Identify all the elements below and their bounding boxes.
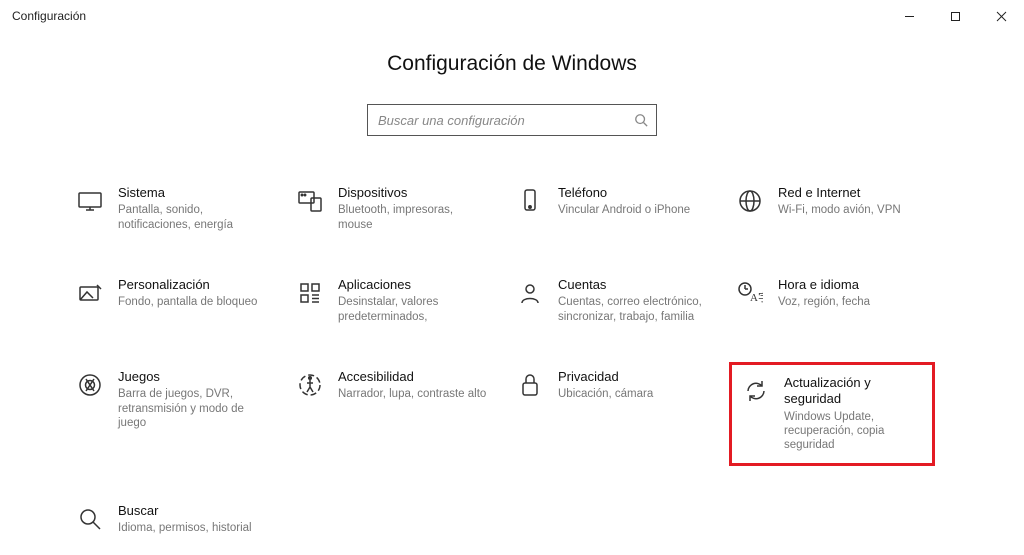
tile-subtitle: Fondo, pantalla de bloqueo [118,295,257,309]
tile-subtitle: Windows Update, recuperación, copia segu… [784,410,922,453]
tile-title: Actualización y seguridad [784,375,922,408]
tile-subtitle: Bluetooth, impresoras, mouse [338,203,488,232]
tile-title: Sistema [118,185,268,201]
tile-hora-idioma[interactable]: A字 Hora e idioma Voz, región, fecha [732,273,932,329]
maximize-button[interactable] [932,0,978,32]
tile-title: Teléfono [558,185,690,201]
privacy-icon [516,371,544,399]
display-icon [76,187,104,215]
tile-subtitle: Ubicación, cámara [558,387,653,401]
tile-subtitle: Idioma, permisos, historial [118,521,252,535]
window-controls [886,0,1024,32]
tile-cuentas[interactable]: Cuentas Cuentas, correo electrónico, sin… [512,273,712,329]
tile-title: Aplicaciones [338,277,488,293]
tile-text: Cuentas Cuentas, correo electrónico, sin… [558,277,708,324]
tile-telefono[interactable]: Teléfono Vincular Android o iPhone [512,181,712,237]
close-button[interactable] [978,0,1024,32]
tile-dispositivos[interactable]: Dispositivos Bluetooth, impresoras, mous… [292,181,492,237]
main: Configuración de Windows Sistema Pantall… [0,32,1024,555]
tile-subtitle: Pantalla, sonido, notificaciones, energí… [118,203,268,232]
tile-text: Privacidad Ubicación, cámara [558,369,653,402]
tile-text: Red e Internet Wi-Fi, modo avión, VPN [778,185,901,218]
settings-grid: Sistema Pantalla, sonido, notificaciones… [72,181,952,555]
tile-subtitle: Cuentas, correo electrónico, sincronizar… [558,295,708,324]
tile-sistema[interactable]: Sistema Pantalla, sonido, notificaciones… [72,181,272,237]
tile-title: Juegos [118,369,268,385]
maximize-icon [950,11,961,22]
minimize-icon [904,11,915,22]
tile-text: Juegos Barra de juegos, DVR, retransmisi… [118,369,268,430]
search-icon [633,112,649,128]
search-input[interactable] [367,104,657,136]
tile-privacidad[interactable]: Privacidad Ubicación, cámara [512,365,712,463]
tile-text: Buscar Idioma, permisos, historial [118,503,252,536]
tile-actualizacion-seguridad[interactable]: Actualización y seguridad Windows Update… [729,362,935,466]
tile-personalizacion[interactable]: Personalización Fondo, pantalla de bloqu… [72,273,272,329]
tile-subtitle: Voz, región, fecha [778,295,870,309]
titlebar: Configuración [0,0,1024,32]
page-title: Configuración de Windows [387,52,637,76]
minimize-button[interactable] [886,0,932,32]
tile-text: Hora e idioma Voz, región, fecha [778,277,870,310]
svg-text:A字: A字 [750,290,763,304]
tile-title: Buscar [118,503,252,519]
tile-subtitle: Narrador, lupa, contraste alto [338,387,486,401]
tile-juegos[interactable]: Juegos Barra de juegos, DVR, retransmisi… [72,365,272,463]
tile-text: Sistema Pantalla, sonido, notificaciones… [118,185,268,232]
close-icon [996,11,1007,22]
tile-accesibilidad[interactable]: Accesibilidad Narrador, lupa, contraste … [292,365,492,463]
devices-icon [296,187,324,215]
globe-icon [736,187,764,215]
tile-text: Aplicaciones Desinstalar, valores predet… [338,277,488,324]
paint-icon [76,279,104,307]
gaming-icon [76,371,104,399]
search-category-icon [76,505,104,533]
tile-aplicaciones[interactable]: Aplicaciones Desinstalar, valores predet… [292,273,492,329]
tile-title: Dispositivos [338,185,488,201]
time-language-icon: A字 [736,279,764,307]
tile-title: Privacidad [558,369,653,385]
tile-title: Hora e idioma [778,277,870,293]
phone-icon [516,187,544,215]
update-icon [742,377,770,405]
tile-subtitle: Desinstalar, valores predeterminados, [338,295,488,324]
search-box [367,104,657,136]
tile-red[interactable]: Red e Internet Wi-Fi, modo avión, VPN [732,181,932,237]
tile-subtitle: Wi-Fi, modo avión, VPN [778,203,901,217]
apps-icon [296,279,324,307]
window-title: Configuración [12,9,86,23]
tile-text: Actualización y seguridad Windows Update… [784,375,922,453]
tile-title: Red e Internet [778,185,901,201]
tile-title: Cuentas [558,277,708,293]
tile-text: Personalización Fondo, pantalla de bloqu… [118,277,257,310]
tile-buscar[interactable]: Buscar Idioma, permisos, historial [72,499,272,555]
ease-of-access-icon [296,371,324,399]
tile-subtitle: Vincular Android o iPhone [558,203,690,217]
tile-text: Teléfono Vincular Android o iPhone [558,185,690,218]
tile-text: Accesibilidad Narrador, lupa, contraste … [338,369,486,402]
tile-title: Accesibilidad [338,369,486,385]
accounts-icon [516,279,544,307]
tile-title: Personalización [118,277,257,293]
tile-text: Dispositivos Bluetooth, impresoras, mous… [338,185,488,232]
tile-subtitle: Barra de juegos, DVR, retransmisión y mo… [118,387,268,430]
